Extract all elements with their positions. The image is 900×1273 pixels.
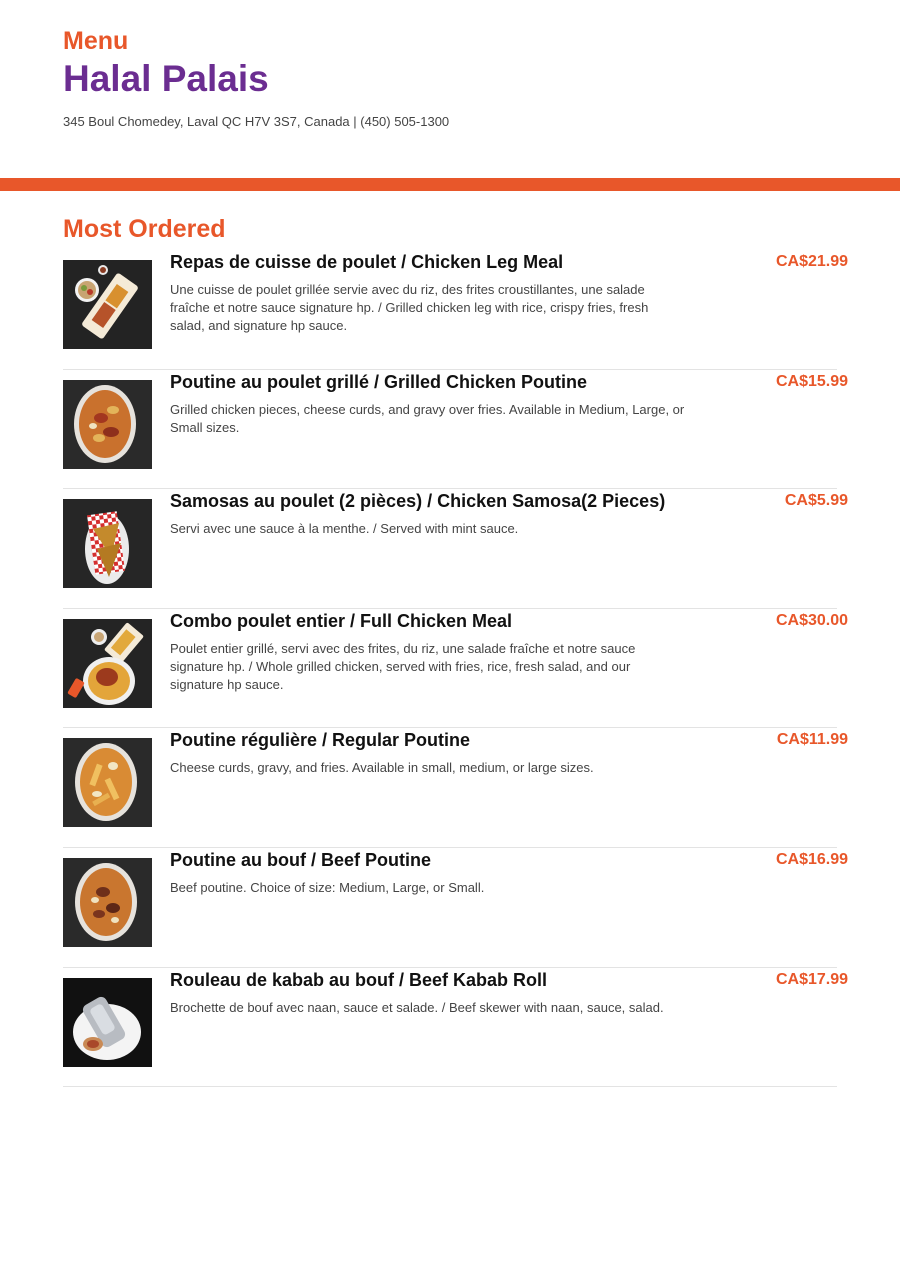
- samosa-photo: [63, 499, 152, 589]
- item-description: Servi avec une sauce à la menthe. / Serv…: [170, 521, 519, 537]
- item-description: Une cuisse de poulet grillée servie avec…: [170, 282, 649, 333]
- item-description: Beef poutine. Choice of size: Medium, La…: [170, 879, 485, 895]
- item-name: Poutine au bouf / Beef Poutine: [170, 849, 431, 870]
- menu-item[interactable]: Poutine au poulet grillé / Grilled Chick…: [63, 370, 849, 490]
- header-divider: [0, 178, 900, 191]
- item-name: Repas de cuisse de poulet / Chicken Leg …: [170, 252, 564, 272]
- beef-poutine-photo: [63, 857, 152, 947]
- menu-item[interactable]: Samosas au poulet (2 pièces) / Chicken S…: [63, 489, 849, 609]
- item-price: CA$21.99: [775, 253, 848, 270]
- item-name: Rouleau de kabab au bouf / Beef Kabab Ro…: [170, 969, 548, 990]
- menu-item-list: Repas de cuisse de poulet / Chicken Leg …: [63, 250, 849, 1087]
- item-price: CA$5.99: [784, 492, 848, 510]
- item-name: Samosas au poulet (2 pièces) / Chicken S…: [170, 491, 666, 512]
- menu-label: Menu: [63, 27, 129, 55]
- item-price: CA$17.99: [775, 970, 848, 988]
- item-description: Grilled chicken pieces, cheese curds, an…: [170, 401, 685, 435]
- item-name: Poutine régulière / Regular Poutine: [170, 730, 471, 751]
- chicken-poutine-photo: [63, 379, 152, 469]
- restaurant-name: Halal Palais: [63, 58, 269, 99]
- menu-item[interactable]: Poutine au bouf / Beef Poutine Beef pout…: [63, 848, 849, 968]
- item-price: CA$16.99: [775, 850, 848, 868]
- full-chicken-meal-photo: [63, 618, 152, 708]
- menu-item[interactable]: Repas de cuisse de poulet / Chicken Leg …: [63, 250, 849, 370]
- item-description: Brochette de bouf avec naan, sauce et sa…: [170, 999, 664, 1015]
- item-price: CA$11.99: [776, 731, 848, 749]
- section-title: Most Ordered: [63, 215, 226, 243]
- menu-item[interactable]: Rouleau de kabab au bouf / Beef Kabab Ro…: [63, 968, 849, 1088]
- chicken-leg-meal-photo: [63, 260, 152, 349]
- menu-item[interactable]: Combo poulet entier / Full Chicken Meal …: [63, 609, 849, 729]
- restaurant-address: 345 Boul Chomedey, Laval QC H7V 3S7, Can…: [63, 114, 450, 129]
- menu-item[interactable]: Poutine régulière / Regular Poutine Chee…: [63, 728, 849, 848]
- menu-header: Menu Halal Palais 345 Boul Chomedey, Lav…: [0, 0, 900, 178]
- item-name: Poutine au poulet grillé / Grilled Chick…: [170, 371, 588, 392]
- kabab-roll-photo: [63, 977, 152, 1067]
- item-description: Poulet entier grillé, servi avec des fri…: [170, 640, 636, 692]
- regular-poutine-photo: [63, 738, 152, 828]
- item-price: CA$30.00: [775, 611, 848, 629]
- item-description: Cheese curds, gravy, and fries. Availabl…: [170, 760, 594, 776]
- item-name: Combo poulet entier / Full Chicken Meal: [170, 610, 513, 631]
- item-price: CA$15.99: [775, 372, 848, 390]
